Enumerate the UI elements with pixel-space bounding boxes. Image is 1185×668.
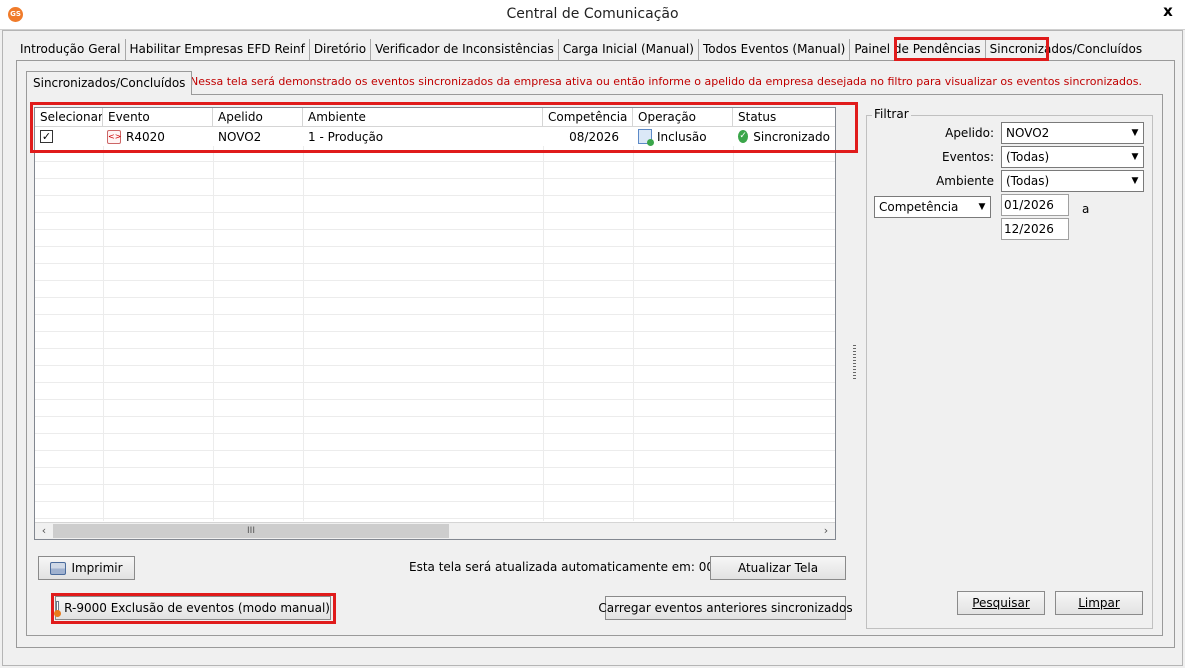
status-value: Sincronizado [753, 129, 830, 144]
apelido-select[interactable]: NOVO2 ▼ [1001, 122, 1144, 144]
ambiente-select-value: (Todas) [1006, 174, 1050, 188]
select-cell[interactable]: ✓ [35, 127, 103, 146]
col-status[interactable]: Status [733, 108, 835, 127]
scroll-thumb[interactable]: III [53, 524, 449, 538]
tab-introducao-geral[interactable]: Introdução Geral [16, 39, 126, 61]
close-button[interactable]: x [1151, 0, 1185, 22]
col-apelido[interactable]: Apelido [213, 108, 303, 127]
grid-divider [303, 127, 304, 521]
info-message: Nessa tela será demonstrado os eventos s… [190, 75, 1142, 88]
apelido-label: Apelido: [945, 126, 994, 140]
period-type-value: Competência [879, 200, 959, 214]
refresh-button[interactable]: Atualizar Tela [710, 556, 846, 580]
tab-diretorio[interactable]: Diretório [310, 39, 372, 61]
search-button[interactable]: Pesquisar [957, 591, 1045, 615]
status-cell: ✓ Sincronizado [733, 127, 835, 146]
tab-habilitar-empresas[interactable]: Habilitar Empresas EFD Reinf [126, 39, 310, 61]
tab-painel-pendencias[interactable]: Painel de Pendências [850, 39, 986, 61]
grid-header: Selecionar Evento Apelido Ambiente Compe… [35, 108, 835, 127]
document-add-icon [638, 129, 654, 146]
refresh-button-label: Atualizar Tela [737, 561, 819, 575]
date-to-input[interactable]: 12/2026 [1001, 218, 1069, 240]
operacao-value: Inclusão [657, 129, 707, 144]
search-button-label: Pesquisar [972, 596, 1030, 610]
col-selecionar[interactable]: Selecionar [35, 108, 103, 127]
apelido-select-value: NOVO2 [1006, 126, 1050, 140]
eventos-select-value: (Todas) [1006, 150, 1050, 164]
ambiente-cell: 1 - Produção [308, 129, 384, 144]
load-previous-button-label: Carregar eventos anteriores sincronizado… [598, 601, 853, 615]
filter-group [866, 115, 1153, 629]
date-from-input[interactable]: 01/2026 [1001, 194, 1069, 216]
eventos-select[interactable]: (Todas) ▼ [1001, 146, 1144, 168]
chevron-down-icon: ▼ [1131, 152, 1139, 162]
scroll-right-icon[interactable]: › [818, 524, 834, 538]
main-tabs: Introdução Geral Habilitar Empresas EFD … [16, 39, 1147, 61]
grid-background [35, 127, 835, 521]
chevron-down-icon: ▼ [978, 202, 986, 212]
operacao-cell: Inclusão [633, 127, 733, 146]
tab-sincronizados[interactable]: Sincronizados/Concluídos [985, 39, 1147, 61]
printer-icon [50, 561, 67, 575]
evento-value: R4020 [126, 129, 165, 144]
grid-divider [633, 127, 634, 521]
grid-divider [103, 127, 104, 521]
check-circle-icon: ✓ [738, 130, 749, 143]
eventos-label: Eventos: [941, 150, 994, 164]
clear-button[interactable]: Limpar [1055, 591, 1143, 615]
r9000-button-label: R-9000 Exclusão de eventos (modo manual) [64, 601, 330, 615]
print-button[interactable]: Imprimir [38, 556, 135, 580]
col-ambiente[interactable]: Ambiente [303, 108, 543, 127]
r9000-exclusion-button[interactable]: R-9000 Exclusão de eventos (modo manual) [54, 596, 331, 620]
horizontal-scrollbar[interactable]: ‹ III › [35, 522, 835, 539]
events-grid[interactable]: Selecionar Evento Apelido Ambiente Compe… [34, 107, 836, 540]
load-previous-button[interactable]: Carregar eventos anteriores sincronizado… [598, 596, 853, 620]
date-separator: a [1082, 202, 1090, 216]
tab-todos-eventos[interactable]: Todos Eventos (Manual) [699, 39, 851, 61]
grid-divider [543, 127, 544, 521]
xml-file-icon: <> [107, 129, 121, 144]
ambiente-label: Ambiente [936, 174, 994, 188]
clear-button-label: Limpar [1078, 596, 1120, 610]
table-row[interactable]: ✓ <> R4020 NOVO2 1 - Produção 08/2026 In… [35, 127, 835, 146]
filter-legend: Filtrar [872, 107, 911, 121]
title-bar: GS Central de Comunicação x [0, 0, 1185, 30]
tab-verificador[interactable]: Verificador de Inconsistências [371, 39, 559, 61]
chevron-down-icon: ▼ [1131, 128, 1139, 138]
col-operacao[interactable]: Operação [633, 108, 733, 127]
auto-update-text: Esta tela será atualizada automaticament… [409, 560, 753, 574]
grid-divider [733, 127, 734, 521]
col-evento[interactable]: Evento [103, 108, 213, 127]
scroll-left-icon[interactable]: ‹ [36, 524, 52, 538]
window-title: Central de Comunicação [506, 6, 679, 22]
chevron-down-icon: ▼ [1131, 176, 1139, 186]
select-checkbox[interactable]: ✓ [40, 130, 53, 143]
document-delete-icon [54, 600, 62, 617]
tab-carga-inicial[interactable]: Carga Inicial (Manual) [559, 39, 699, 61]
period-type-select[interactable]: Competência ▼ [874, 196, 991, 218]
subtab-sincronizados[interactable]: Sincronizados/Concluídos [26, 71, 193, 95]
panel-splitter[interactable] [853, 345, 856, 381]
ambiente-select[interactable]: (Todas) ▼ [1001, 170, 1144, 192]
grid-divider [213, 127, 214, 521]
print-button-label: Imprimir [71, 561, 123, 575]
competencia-cell: 08/2026 [569, 129, 619, 144]
evento-cell: <> R4020 [103, 127, 213, 146]
col-competencia[interactable]: Competência [543, 108, 633, 127]
apelido-cell: NOVO2 [218, 129, 262, 144]
